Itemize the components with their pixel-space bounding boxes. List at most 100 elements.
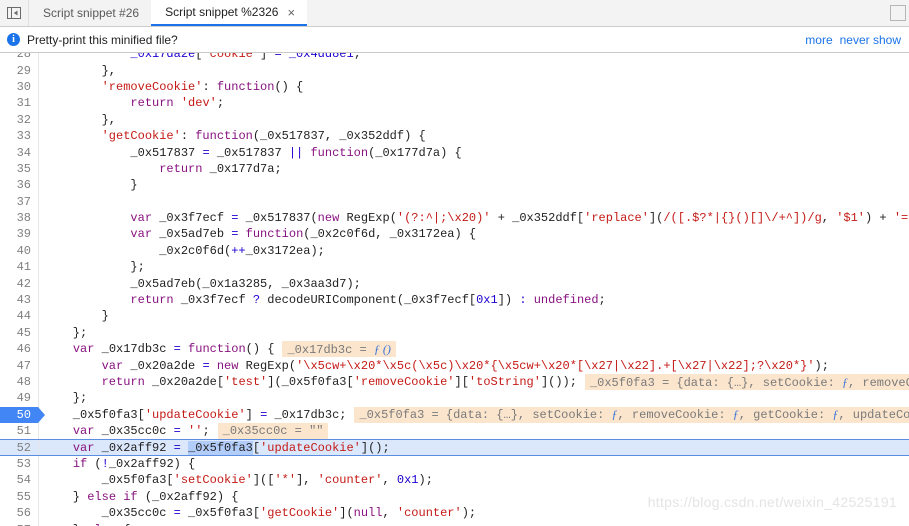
code-text[interactable]: return _0x3f7ecf ? decodeURIComponent(_0…: [38, 292, 909, 308]
line-number[interactable]: 55: [0, 488, 38, 505]
line-number[interactable]: 37: [0, 193, 38, 210]
code-line[interactable]: 44 }: [0, 308, 909, 325]
code-line[interactable]: 32 },: [0, 111, 909, 128]
line-number[interactable]: 45: [0, 324, 38, 342]
code-line[interactable]: 36 }: [0, 177, 909, 194]
close-icon[interactable]: ×: [287, 6, 295, 19]
more-tabs-icon[interactable]: [890, 5, 906, 21]
code-text[interactable]: [38, 194, 909, 210]
code-text[interactable]: _0x5f0fa3['setCookie'](['*'], 'counter',…: [38, 472, 909, 488]
code-line[interactable]: 34 _0x517837 = _0x517837 || function(_0x…: [0, 144, 909, 161]
code-text[interactable]: if (!_0x2aff92) {: [38, 456, 909, 472]
line-number[interactable]: 51: [0, 422, 38, 440]
line-number[interactable]: 57: [0, 521, 38, 526]
line-number[interactable]: 39: [0, 226, 38, 243]
code-line[interactable]: 46 var _0x17db3c = function() {_0x17db3c…: [0, 341, 909, 358]
code-line[interactable]: 51 var _0x35cc0c = ''; _0x35cc0c = "": [0, 422, 909, 440]
code-text[interactable]: };: [38, 259, 909, 275]
code-text[interactable]: 'removeCookie': function() {: [38, 79, 909, 95]
code-line[interactable]: 30 'removeCookie': function() {: [0, 78, 909, 96]
code-line[interactable]: 47 var _0x20a2de = new RegExp('\x5cw+\x2…: [0, 357, 909, 374]
code-line[interactable]: 40 _0x2c0f6d(++_0x3172ea);: [0, 242, 909, 260]
code-text[interactable]: 'getCookie': function(_0x517837, _0x352d…: [38, 128, 909, 144]
line-number[interactable]: 46: [0, 341, 38, 358]
code-text[interactable]: },: [38, 62, 909, 78]
line-number[interactable]: 28: [0, 53, 38, 63]
line-number[interactable]: 54: [0, 472, 38, 489]
never-show-link[interactable]: never show: [840, 33, 901, 47]
code-line[interactable]: 41 };: [0, 259, 909, 276]
line-number[interactable]: 42: [0, 275, 38, 292]
code-line[interactable]: 42 _0x5ad7eb(_0x1a3285, _0x3aa3d7);: [0, 275, 909, 292]
pretty-print-infobar: i Pretty-print this minified file? more …: [0, 27, 909, 53]
line-number[interactable]: 29: [0, 62, 38, 79]
code-line[interactable]: 43 return _0x3f7ecf ? decodeURIComponent…: [0, 291, 909, 309]
code-text[interactable]: _0x5f0fa3['updateCookie'] = _0x17db3c; _0…: [38, 406, 909, 423]
tab-1[interactable]: Script snippet %2326 ×: [151, 0, 308, 26]
code-text[interactable]: } else if (_0x2aff92) {: [38, 489, 909, 505]
line-number[interactable]: 30: [0, 78, 38, 96]
code-text[interactable]: };: [38, 325, 909, 341]
breakpoint-marker[interactable]: 50: [0, 406, 45, 423]
code-text[interactable]: },: [38, 112, 909, 128]
code-line[interactable]: 35 return _0x177d7a;: [0, 160, 909, 178]
code-text[interactable]: var _0x3f7ecf = _0x517837(new RegExp('(?…: [38, 210, 909, 226]
tab-0[interactable]: Script snippet #26: [29, 0, 151, 26]
line-number[interactable]: 49: [0, 390, 38, 407]
code-text[interactable]: };: [38, 390, 909, 406]
line-number[interactable]: 52: [0, 439, 38, 456]
code-line[interactable]: 37: [0, 193, 909, 210]
code-text[interactable]: var _0x20a2de = new RegExp('\x5cw+\x20*\…: [38, 357, 909, 373]
code-text[interactable]: return _0x20a2de['test'](_0x5f0fa3['remo…: [38, 373, 909, 391]
line-number[interactable]: 40: [0, 242, 38, 260]
line-number[interactable]: 53: [0, 455, 38, 473]
code-text[interactable]: return _0x177d7a;: [38, 161, 909, 177]
code-line[interactable]: 56 _0x35cc0c = _0x5f0fa3['getCookie'](nu…: [0, 504, 909, 522]
code-text[interactable]: return 'dev';: [38, 95, 909, 111]
line-number[interactable]: 47: [0, 357, 38, 374]
infobar-actions: more never show: [805, 33, 901, 47]
code-text[interactable]: _0x5ad7eb(_0x1a3285, _0x3aa3d7);: [38, 275, 909, 291]
code-line[interactable]: 48 return _0x20a2de['test'](_0x5f0fa3['r…: [0, 373, 909, 391]
code-text[interactable]: _0x2c0f6d(++_0x3172ea);: [38, 243, 909, 259]
line-number[interactable]: 38: [0, 209, 38, 227]
panel-collapse-icon[interactable]: [0, 0, 29, 26]
line-number[interactable]: 56: [0, 504, 38, 522]
line-number[interactable]: 48: [0, 373, 38, 391]
code-line[interactable]: 45 };: [0, 324, 909, 342]
code-text[interactable]: var _0x35cc0c = ''; _0x35cc0c = "": [38, 423, 909, 440]
code-text[interactable]: var _0x17db3c = function() {_0x17db3c = …: [38, 341, 909, 358]
line-number[interactable]: 32: [0, 111, 38, 128]
code-text[interactable]: _0x17da2e['cookie'] = _0x4dd8e1;: [38, 53, 909, 62]
code-line[interactable]: 38 var _0x3f7ecf = _0x517837(new RegExp(…: [0, 209, 909, 227]
code-line[interactable]: 50 _0x5f0fa3['updateCookie'] = _0x17db3c…: [0, 406, 909, 423]
code-line[interactable]: 54 _0x5f0fa3['setCookie'](['*'], 'counte…: [0, 472, 909, 489]
code-line[interactable]: 57 } else {: [0, 521, 909, 526]
line-number[interactable]: 35: [0, 160, 38, 178]
code-text[interactable]: } else {: [38, 521, 909, 526]
code-text[interactable]: }: [38, 308, 909, 324]
source-code-editor[interactable]: 28 _0x17da2e['cookie'] = _0x4dd8e1; 29 },…: [0, 53, 909, 526]
code-line[interactable]: 49 };: [0, 390, 909, 407]
code-text[interactable]: var _0x2aff92 = _0x5f0fa3['updateCookie'…: [38, 439, 909, 455]
code-line[interactable]: 29 },: [0, 62, 909, 79]
code-line[interactable]: 55 } else if (_0x2aff92) {: [0, 488, 909, 505]
more-link[interactable]: more: [805, 33, 832, 47]
line-number[interactable]: 44: [0, 308, 38, 325]
code-text[interactable]: _0x35cc0c = _0x5f0fa3['getCookie'](null,…: [38, 505, 909, 521]
code-line[interactable]: 33 'getCookie': function(_0x517837, _0x3…: [0, 127, 909, 145]
code-line[interactable]: 52 var _0x2aff92 = _0x5f0fa3['updateCook…: [0, 439, 909, 457]
code-line[interactable]: 31 return 'dev';: [0, 95, 909, 112]
line-number[interactable]: 41: [0, 259, 38, 276]
line-number[interactable]: 34: [0, 144, 38, 161]
code-line[interactable]: 28 _0x17da2e['cookie'] = _0x4dd8e1;: [0, 53, 909, 63]
line-number[interactable]: 43: [0, 291, 38, 309]
code-text[interactable]: }: [38, 177, 909, 193]
code-text[interactable]: _0x517837 = _0x517837 || function(_0x177…: [38, 144, 909, 160]
code-line[interactable]: 53 if (!_0x2aff92) {: [0, 455, 909, 473]
line-number[interactable]: 33: [0, 127, 38, 145]
line-number[interactable]: 36: [0, 177, 38, 194]
code-text[interactable]: var _0x5ad7eb = function(_0x2c0f6d, _0x3…: [38, 226, 909, 242]
line-number[interactable]: 31: [0, 95, 38, 112]
code-line[interactable]: 39 var _0x5ad7eb = function(_0x2c0f6d, _…: [0, 226, 909, 243]
